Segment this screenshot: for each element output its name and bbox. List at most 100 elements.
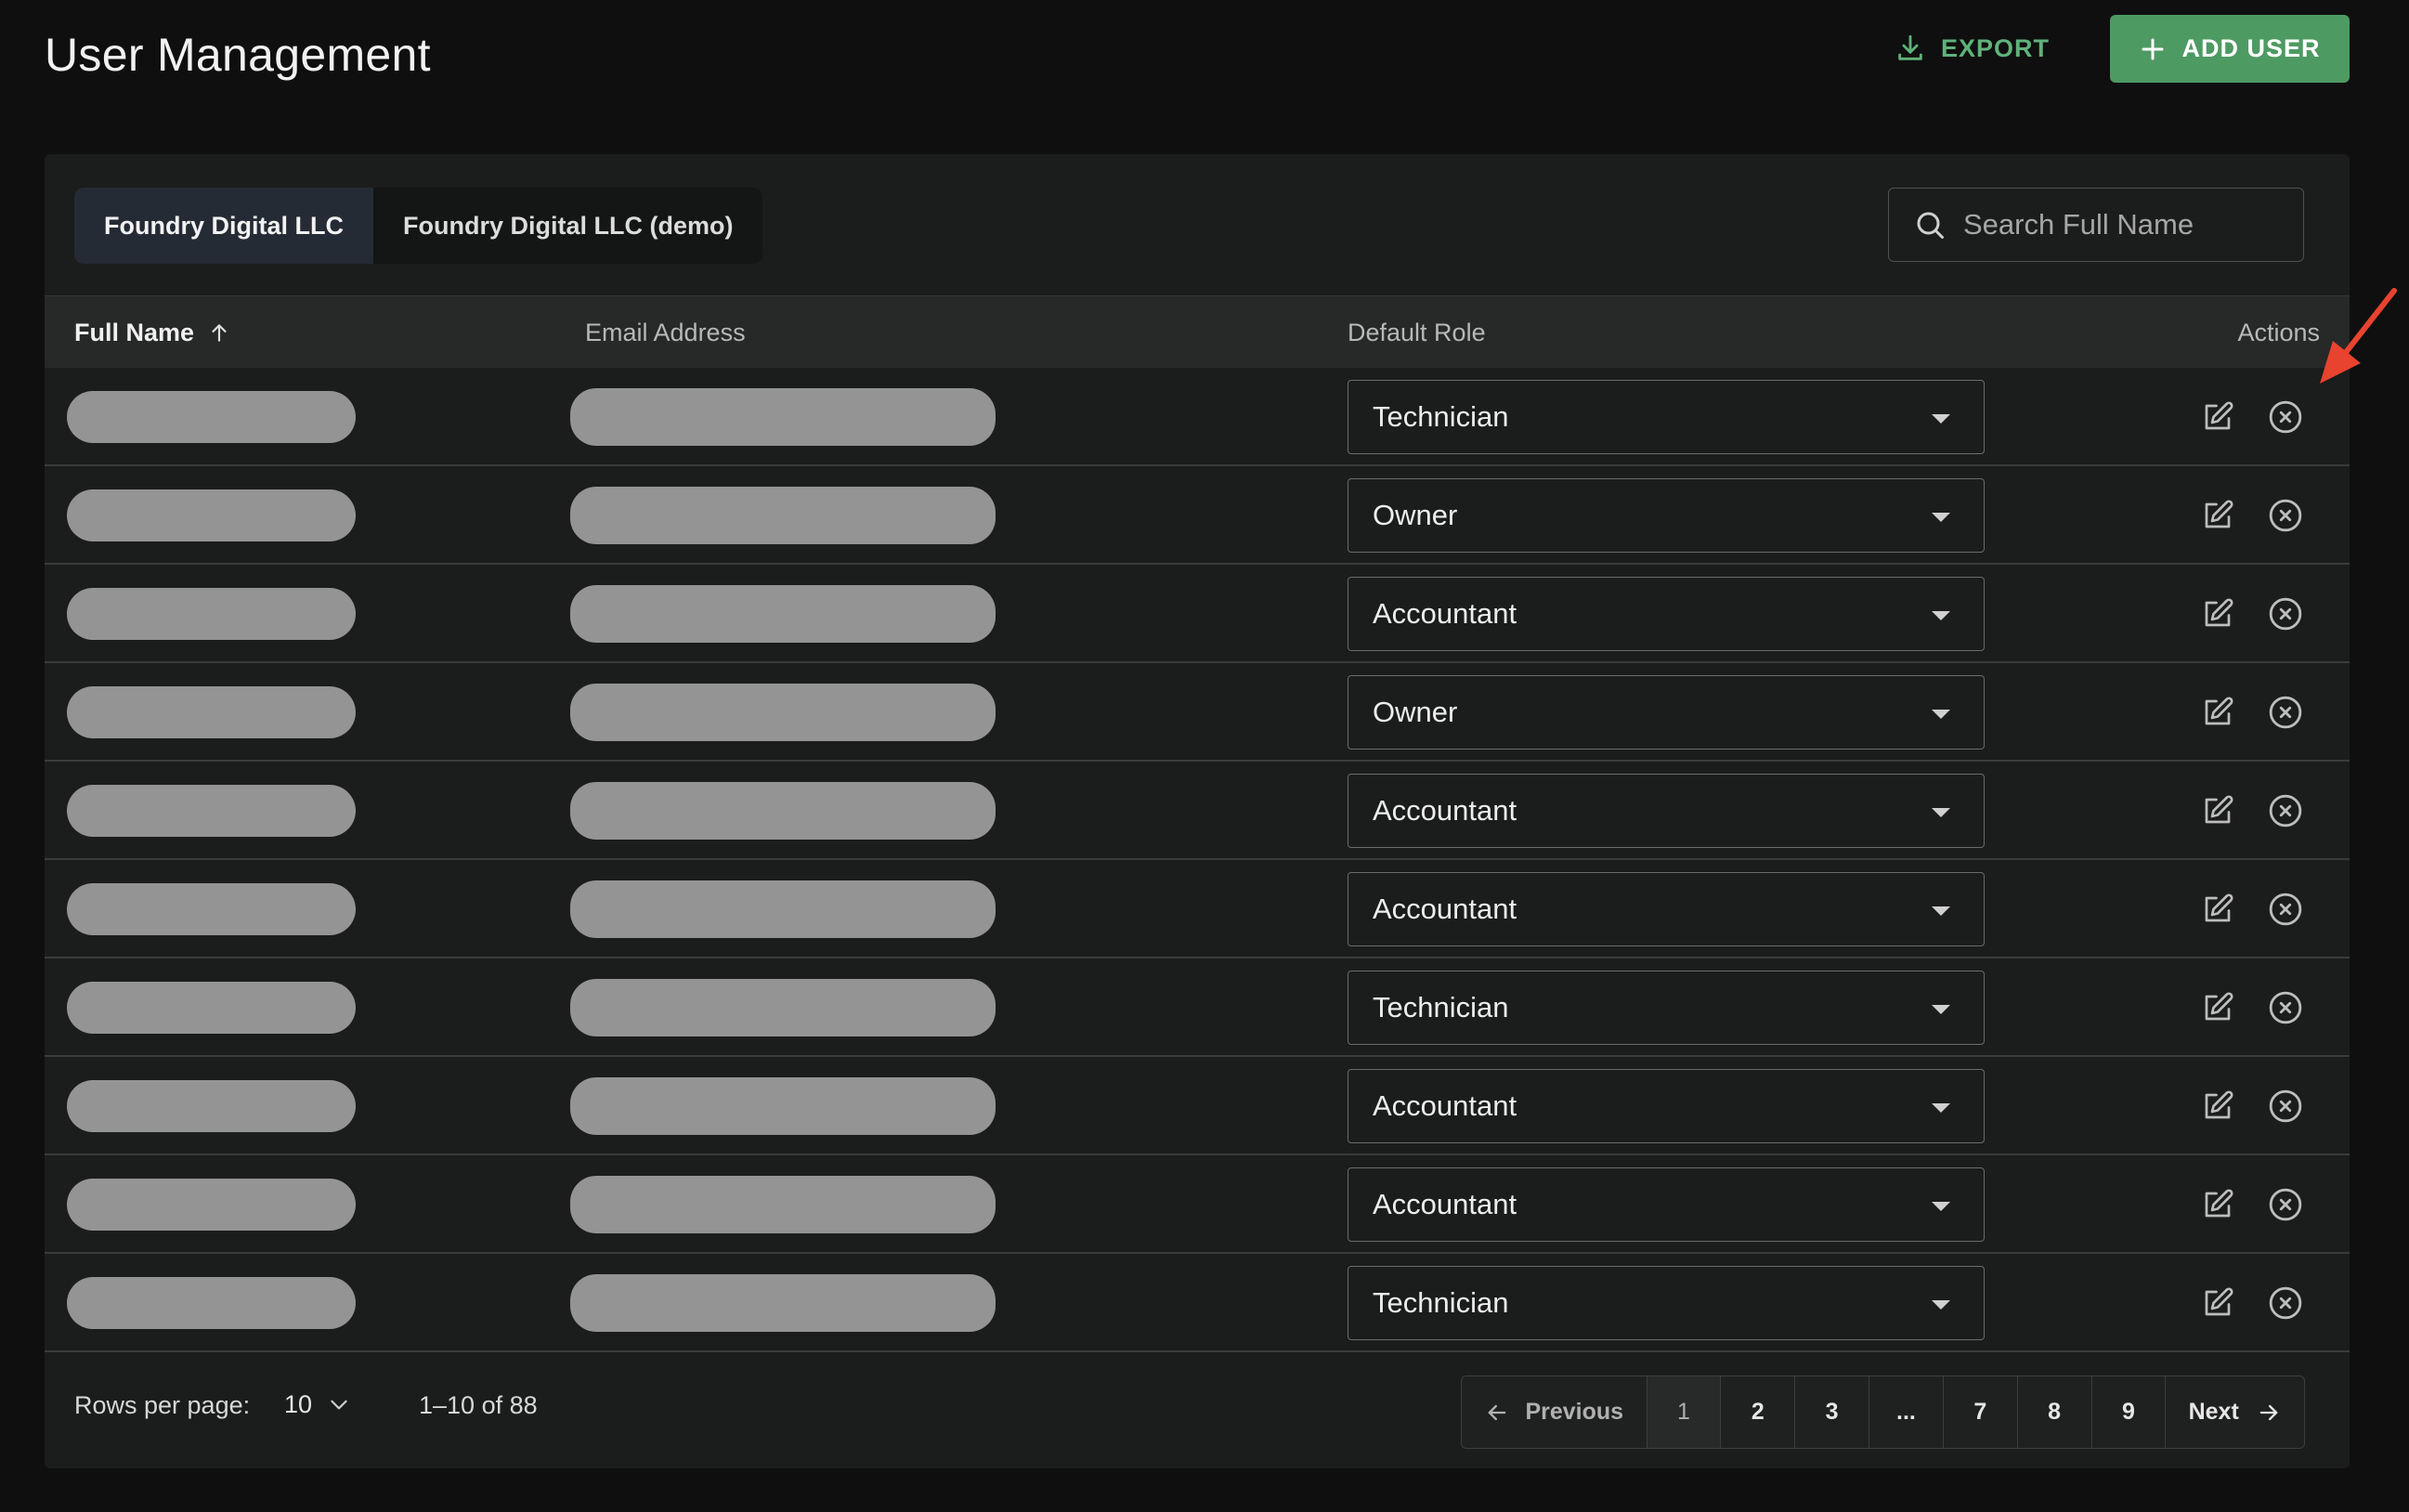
search-input[interactable] [1963, 208, 2298, 241]
edit-icon[interactable] [2201, 499, 2234, 532]
role-select[interactable]: Technician [1348, 1266, 1985, 1340]
column-header-role: Default Role [1348, 318, 1486, 346]
tab-foundry-digital-llc[interactable]: Foundry Digital LLC [74, 188, 373, 264]
edit-icon[interactable] [2201, 1188, 2234, 1221]
edit-icon[interactable] [2201, 991, 2234, 1024]
column-header-email: Email Address [585, 318, 746, 346]
export-label: EXPORT [1941, 33, 2051, 62]
page-button-2[interactable]: 2 [1721, 1376, 1796, 1448]
caret-down-icon [1932, 1005, 1950, 1014]
edit-icon[interactable] [2201, 1089, 2234, 1123]
export-button[interactable]: EXPORT [1895, 19, 2071, 78]
next-page-button[interactable]: Next [2166, 1376, 2304, 1448]
caret-down-icon [1932, 710, 1950, 719]
caret-down-icon [1932, 1202, 1950, 1211]
caret-down-icon [1932, 906, 1950, 916]
column-header-actions: Actions [2237, 318, 2320, 346]
caret-down-icon [1932, 1103, 1950, 1113]
remove-circle-icon[interactable] [2268, 892, 2303, 927]
role-select[interactable]: Accountant [1348, 1167, 1985, 1242]
next-label: Next [2188, 1399, 2239, 1425]
pagination-range: 1–10 of 88 [419, 1391, 538, 1419]
page-button-9[interactable]: 9 [2092, 1376, 2167, 1448]
arrow-right-icon [2259, 1404, 2278, 1420]
download-icon [1898, 34, 1922, 60]
rows-per-page-select[interactable]: 10 [284, 1386, 351, 1423]
role-select[interactable]: Accountant [1348, 774, 1985, 848]
table-row: Accountant [45, 1155, 2350, 1254]
redacted-name [67, 1080, 356, 1132]
table-row: Owner [45, 663, 2350, 762]
remove-circle-icon[interactable] [2268, 596, 2303, 632]
redacted-email [570, 487, 996, 544]
table-row: Accountant [45, 565, 2350, 663]
role-select[interactable]: Accountant [1348, 1069, 1985, 1143]
remove-circle-icon[interactable] [2268, 498, 2303, 533]
redacted-email [570, 880, 996, 938]
role-value: Technician [1373, 400, 1509, 433]
remove-circle-icon[interactable] [2268, 399, 2303, 435]
redacted-email [570, 979, 996, 1036]
column-header-full-name[interactable]: Full Name [74, 296, 231, 369]
edit-icon[interactable] [2201, 400, 2234, 434]
arrow-left-icon [1489, 1404, 1506, 1420]
edit-icon[interactable] [2201, 696, 2234, 729]
table-row: Owner [45, 466, 2350, 565]
table-row: Technician [45, 958, 2350, 1057]
remove-circle-icon[interactable] [2268, 990, 2303, 1025]
redacted-email [570, 585, 996, 643]
table-row: Technician [45, 1254, 2350, 1352]
redacted-name [67, 1179, 356, 1231]
table-header: Full Name Email Address Default Role Act… [45, 295, 2350, 368]
tab-foundry-digital-llc-demo[interactable]: Foundry Digital LLC (demo) [373, 188, 762, 264]
organization-tabs: Foundry Digital LLC Foundry Digital LLC … [74, 188, 763, 264]
redacted-email [570, 1176, 996, 1233]
edit-icon[interactable] [2201, 893, 2234, 926]
role-select[interactable]: Owner [1348, 478, 1985, 553]
table-body: Technician Owner Accountant Owner Accoun… [45, 368, 2350, 1352]
search-box[interactable] [1888, 188, 2304, 262]
edit-icon[interactable] [2201, 597, 2234, 631]
caret-down-icon [1932, 1300, 1950, 1310]
remove-circle-icon[interactable] [2268, 793, 2303, 828]
role-value: Owner [1373, 499, 1458, 531]
remove-circle-icon[interactable] [2268, 1285, 2303, 1321]
redacted-name [67, 686, 356, 738]
role-select[interactable]: Owner [1348, 675, 1985, 749]
remove-circle-icon[interactable] [2268, 695, 2303, 730]
remove-circle-icon[interactable] [2268, 1088, 2303, 1124]
column-header-label: Full Name [74, 318, 195, 346]
caret-down-icon [1932, 808, 1950, 817]
role-value: Accountant [1373, 893, 1517, 925]
add-user-button[interactable]: ADD USER [2110, 15, 2350, 83]
redacted-name [67, 883, 356, 935]
page-button-8[interactable]: 8 [2018, 1376, 2092, 1448]
redacted-name [67, 391, 356, 443]
remove-circle-icon[interactable] [2268, 1187, 2303, 1222]
redacted-name [67, 588, 356, 640]
role-select[interactable]: Technician [1348, 971, 1985, 1045]
role-value: Accountant [1373, 597, 1517, 630]
redacted-email [570, 388, 996, 446]
redacted-email [570, 684, 996, 741]
redacted-name [67, 1277, 356, 1329]
edit-icon[interactable] [2201, 794, 2234, 828]
page-button-1[interactable]: 1 [1647, 1376, 1722, 1448]
role-select[interactable]: Accountant [1348, 577, 1985, 651]
caret-down-icon [1932, 513, 1950, 522]
role-select[interactable]: Technician [1348, 380, 1985, 454]
annotation-arrow-icon [2320, 288, 2397, 384]
search-icon [1917, 212, 1944, 239]
role-value: Technician [1373, 1286, 1509, 1319]
rows-per-page-value: 10 [284, 1389, 313, 1418]
page-button-3[interactable]: 3 [1795, 1376, 1870, 1448]
redacted-name [67, 489, 356, 541]
role-value: Accountant [1373, 1089, 1517, 1122]
sort-ascending-icon [212, 324, 227, 342]
edit-icon[interactable] [2201, 1286, 2234, 1320]
page-button-7[interactable]: 7 [1944, 1376, 2018, 1448]
role-select[interactable]: Accountant [1348, 872, 1985, 946]
previous-page-button[interactable]: Previous [1462, 1376, 1647, 1448]
role-value: Owner [1373, 696, 1458, 728]
table-footer: Rows per page: 10 1–10 of 88 Previous 1 … [45, 1352, 2350, 1468]
